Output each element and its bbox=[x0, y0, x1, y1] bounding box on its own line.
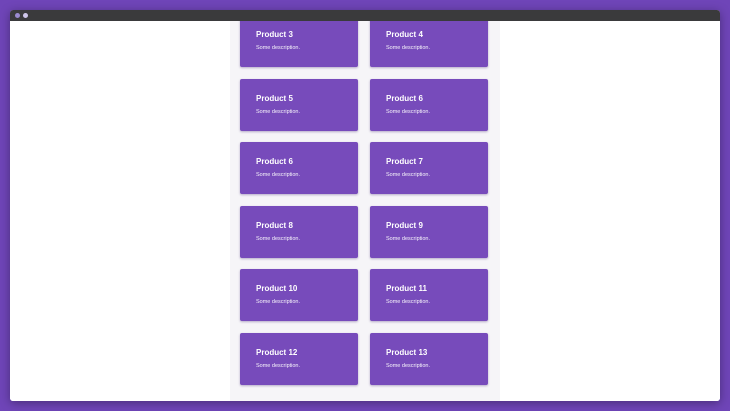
product-description: Some description. bbox=[386, 363, 431, 369]
product-title: Product 6 bbox=[256, 157, 293, 166]
window-control-dot[interactable] bbox=[15, 13, 20, 18]
product-card[interactable]: Product 11 Some description. bbox=[370, 269, 488, 321]
product-card[interactable]: Product 5 Some description. bbox=[240, 79, 358, 131]
product-title: Product 6 bbox=[386, 94, 423, 103]
product-description: Some description. bbox=[256, 299, 301, 305]
product-title: Product 3 bbox=[256, 30, 293, 39]
product-title: Product 4 bbox=[386, 30, 423, 39]
product-card[interactable]: Product 6 Some description. bbox=[370, 79, 488, 131]
product-card[interactable]: Product 10 Some description. bbox=[240, 269, 358, 321]
product-card[interactable]: Product 13 Some description. bbox=[370, 333, 488, 385]
product-card[interactable]: Product 8 Some description. bbox=[240, 206, 358, 258]
product-title: Product 9 bbox=[386, 221, 423, 230]
product-description: Some description. bbox=[256, 109, 301, 115]
product-title: Product 12 bbox=[256, 348, 298, 357]
product-card[interactable]: Product 6 Some description. bbox=[240, 142, 358, 194]
page-content[interactable]: Product 3 Some description. Product 4 So… bbox=[10, 21, 720, 401]
product-description: Some description. bbox=[256, 45, 301, 51]
product-title: Product 11 bbox=[386, 284, 427, 293]
product-card[interactable]: Product 3 Some description. bbox=[240, 21, 358, 67]
product-description: Some description. bbox=[386, 236, 431, 242]
product-description: Some description. bbox=[386, 299, 431, 305]
window-control-dot[interactable] bbox=[23, 13, 28, 18]
product-description: Some description. bbox=[256, 363, 301, 369]
browser-window: Product 3 Some description. Product 4 So… bbox=[10, 10, 720, 401]
product-title: Product 10 bbox=[256, 284, 298, 293]
product-description: Some description. bbox=[256, 236, 301, 242]
product-description: Some description. bbox=[386, 109, 431, 115]
product-title: Product 5 bbox=[256, 94, 293, 103]
product-card[interactable]: Product 9 Some description. bbox=[370, 206, 488, 258]
product-card[interactable]: Product 7 Some description. bbox=[370, 142, 488, 194]
product-title: Product 13 bbox=[386, 348, 428, 357]
product-card[interactable]: Product 4 Some description. bbox=[370, 21, 488, 67]
product-title: Product 8 bbox=[256, 221, 293, 230]
window-titlebar bbox=[10, 10, 720, 21]
product-card[interactable]: Product 12 Some description. bbox=[240, 333, 358, 385]
product-description: Some description. bbox=[256, 172, 301, 178]
product-description: Some description. bbox=[386, 45, 431, 51]
product-title: Product 7 bbox=[386, 157, 423, 166]
product-description: Some description. bbox=[386, 172, 431, 178]
product-grid: Product 3 Some description. Product 4 So… bbox=[230, 21, 500, 401]
